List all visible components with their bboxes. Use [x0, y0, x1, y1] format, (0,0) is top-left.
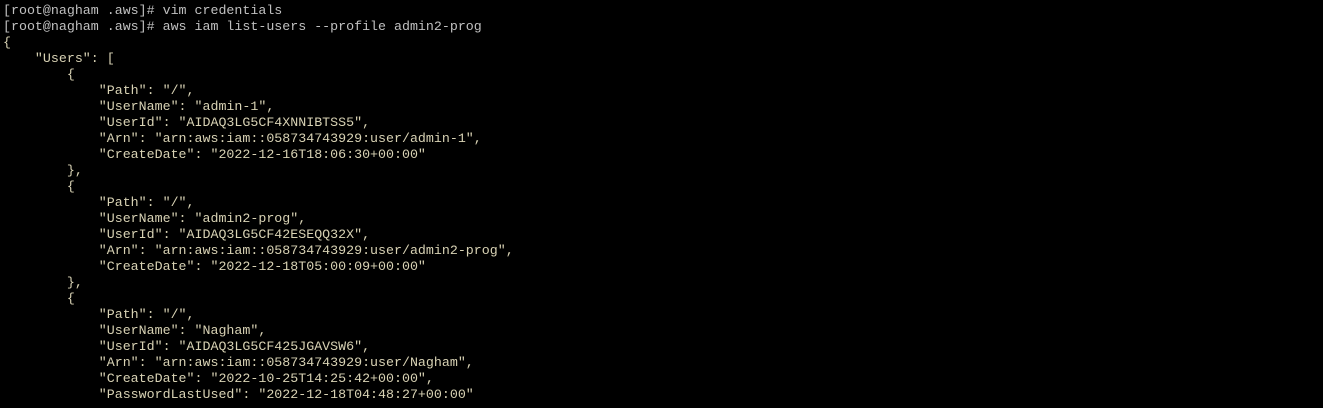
output-line: "CreateDate": "2022-12-16T18:06:30+00:00…: [3, 147, 426, 162]
output-line: "CreateDate": "2022-12-18T05:00:09+00:00…: [3, 259, 426, 274]
output-line: "PasswordLastUsed": "2022-12-18T04:48:27…: [3, 387, 474, 402]
output-line: "Path": "/",: [3, 307, 195, 322]
output-line: "Users": [: [3, 51, 115, 66]
output-line: "Path": "/",: [3, 195, 195, 210]
output-line: },: [3, 275, 83, 290]
output-line: "Arn": "arn:aws:iam::058734743929:user/N…: [3, 355, 474, 370]
output-line: "UserName": "admin2-prog",: [3, 211, 307, 226]
output-line: {: [3, 67, 75, 82]
output-line: "CreateDate": "2022-10-25T14:25:42+00:00…: [3, 371, 434, 386]
output-line: "Arn": "arn:aws:iam::058734743929:user/a…: [3, 243, 514, 258]
output-line: },: [3, 163, 83, 178]
output-line: {: [3, 35, 11, 50]
output-line: "UserId": "AIDAQ3LG5CF425JGAVSW6",: [3, 339, 371, 354]
output-line: "UserName": "Nagham",: [3, 323, 267, 338]
command-line: [root@nagham .aws]# aws iam list-users -…: [3, 19, 482, 34]
output-line: "UserName": "admin-1",: [3, 99, 275, 114]
command-line: [root@nagham .aws]# vim credentials: [3, 3, 283, 18]
output-line: {: [3, 291, 75, 306]
output-line: "Arn": "arn:aws:iam::058734743929:user/a…: [3, 131, 482, 146]
terminal-window[interactable]: [root@nagham .aws]# vim credentials [root…: [0, 0, 1323, 408]
output-line: {: [3, 179, 75, 194]
output-line: "UserId": "AIDAQ3LG5CF4XNNIBTSS5",: [3, 115, 371, 130]
output-line: "UserId": "AIDAQ3LG5CF42ESEQQ32X",: [3, 227, 371, 242]
output-line: "Path": "/",: [3, 83, 195, 98]
